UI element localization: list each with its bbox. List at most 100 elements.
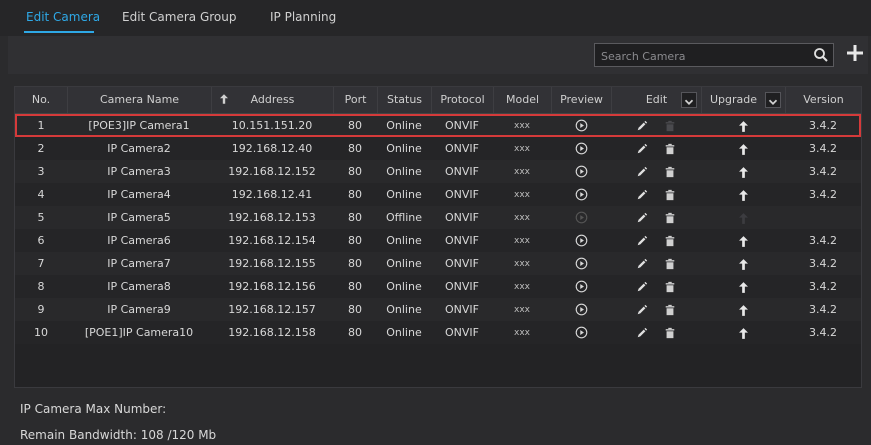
- column-header-port: Port: [333, 87, 377, 113]
- upgrade-button[interactable]: [701, 119, 785, 132]
- play-icon: [575, 257, 587, 270]
- plus-icon[interactable]: [846, 44, 864, 62]
- play-icon: [575, 119, 587, 132]
- delete-button[interactable]: [664, 326, 676, 339]
- table-row[interactable]: 9 IP Camera9 192.168.12.157 80 Online ON…: [15, 298, 861, 321]
- trash-icon: [665, 120, 675, 132]
- table-row[interactable]: 3 IP Camera3 192.168.12.152 80 Online ON…: [15, 160, 861, 183]
- edit-button[interactable]: [636, 257, 648, 270]
- edit-button[interactable]: [636, 165, 648, 178]
- edit-button[interactable]: [636, 188, 648, 201]
- cell-model: xxx: [514, 327, 530, 338]
- cell-edit-actions: [611, 303, 701, 316]
- delete-button[interactable]: [664, 142, 676, 155]
- cell-status: Online: [386, 119, 422, 132]
- active-tab-indicator: [24, 31, 94, 33]
- delete-button[interactable]: [664, 303, 676, 316]
- search-input[interactable]: [599, 46, 803, 66]
- arrow-up-icon: [738, 120, 748, 132]
- cell-no: 3: [37, 165, 45, 178]
- upgrade-button[interactable]: [701, 234, 785, 247]
- cell-camera-name: IP Camera6: [107, 234, 171, 247]
- preview-button[interactable]: [551, 280, 611, 294]
- table-row[interactable]: 5 IP Camera5 192.168.12.153 80 Offline O…: [15, 206, 861, 229]
- tab-edit-camera-group[interactable]: Edit Camera Group: [122, 10, 237, 24]
- cell-address: 192.168.12.153: [228, 211, 316, 224]
- column-header-camera-name: Camera Name: [67, 87, 211, 113]
- preview-button[interactable]: [551, 257, 611, 271]
- upgrade-button[interactable]: [701, 257, 785, 270]
- table-row[interactable]: 7 IP Camera7 192.168.12.155 80 Online ON…: [15, 252, 861, 275]
- cell-protocol: ONVIF: [445, 211, 479, 224]
- arrow-up-icon: [738, 304, 748, 316]
- column-header-address[interactable]: Address: [211, 87, 333, 113]
- cell-status: Online: [386, 234, 422, 247]
- delete-button[interactable]: [664, 211, 676, 224]
- cell-protocol: ONVIF: [445, 188, 479, 201]
- edit-button[interactable]: [636, 211, 648, 224]
- column-header-address-label: Address: [250, 93, 295, 106]
- arrow-up-icon: [738, 143, 748, 155]
- edit-button[interactable]: [636, 326, 648, 339]
- table-row[interactable]: 1 [POE3]IP Camera1 10.151.151.20 80 Onli…: [15, 114, 861, 137]
- preview-button[interactable]: [551, 142, 611, 156]
- upgrade-button[interactable]: [701, 280, 785, 293]
- pencil-icon: [637, 212, 648, 223]
- column-header-version: Version: [785, 87, 861, 113]
- preview-button[interactable]: [551, 303, 611, 317]
- table-row[interactable]: 10 [POE1]IP Camera10 192.168.12.158 80 O…: [15, 321, 861, 344]
- table-row[interactable]: 8 IP Camera8 192.168.12.156 80 Online ON…: [15, 275, 861, 298]
- edit-button[interactable]: [636, 280, 648, 293]
- delete-button[interactable]: [664, 280, 676, 293]
- tab-ip-planning[interactable]: IP Planning: [270, 10, 336, 24]
- preview-button: [551, 211, 611, 225]
- pencil-icon: [637, 166, 648, 177]
- edit-button[interactable]: [636, 142, 648, 155]
- cell-edit-actions: [611, 188, 701, 201]
- delete-button[interactable]: [664, 257, 676, 270]
- cell-address: 192.168.12.40: [231, 142, 313, 155]
- cell-camera-name: IP Camera5: [107, 211, 171, 224]
- table-row[interactable]: 4 IP Camera4 192.168.12.41 80 Online ONV…: [15, 183, 861, 206]
- delete-button[interactable]: [664, 188, 676, 201]
- cell-edit-actions: [611, 211, 701, 224]
- pencil-icon: [637, 189, 648, 200]
- edit-dropdown[interactable]: [681, 92, 697, 108]
- cell-no: 8: [37, 280, 45, 293]
- edit-button[interactable]: [636, 119, 648, 132]
- cell-camera-name: IP Camera3: [107, 165, 171, 178]
- cell-protocol: ONVIF: [445, 303, 479, 316]
- cell-model: xxx: [514, 235, 530, 246]
- cell-model: xxx: [514, 281, 530, 292]
- search-icon[interactable]: [813, 47, 829, 63]
- column-header-protocol: Protocol: [431, 87, 493, 113]
- cell-edit-actions: [611, 257, 701, 270]
- cell-no: 6: [37, 234, 45, 247]
- upgrade-button[interactable]: [701, 142, 785, 155]
- upgrade-button[interactable]: [701, 326, 785, 339]
- delete-button[interactable]: [664, 165, 676, 178]
- arrow-up-icon: [738, 189, 748, 201]
- upgrade-dropdown[interactable]: [765, 92, 781, 108]
- upgrade-button[interactable]: [701, 188, 785, 201]
- cell-version: 3.4.2: [809, 119, 837, 132]
- preview-button[interactable]: [551, 326, 611, 340]
- edit-button[interactable]: [636, 234, 648, 247]
- preview-button[interactable]: [551, 165, 611, 179]
- preview-button[interactable]: [551, 188, 611, 202]
- chevron-down-icon: [684, 99, 694, 105]
- upgrade-button[interactable]: [701, 303, 785, 316]
- table-row[interactable]: 2 IP Camera2 192.168.12.40 80 Online ONV…: [15, 137, 861, 160]
- trash-icon: [665, 143, 675, 155]
- preview-button[interactable]: [551, 234, 611, 248]
- edit-button[interactable]: [636, 303, 648, 316]
- tab-edit-camera[interactable]: Edit Camera: [26, 10, 100, 24]
- cell-port: 80: [348, 188, 362, 201]
- table-row[interactable]: 6 IP Camera6 192.168.12.154 80 Online ON…: [15, 229, 861, 252]
- delete-button[interactable]: [664, 234, 676, 247]
- cell-version: 3.4.2: [809, 303, 837, 316]
- cell-status: Online: [386, 257, 422, 270]
- preview-button[interactable]: [551, 119, 611, 133]
- search-box: [594, 43, 834, 67]
- upgrade-button[interactable]: [701, 165, 785, 178]
